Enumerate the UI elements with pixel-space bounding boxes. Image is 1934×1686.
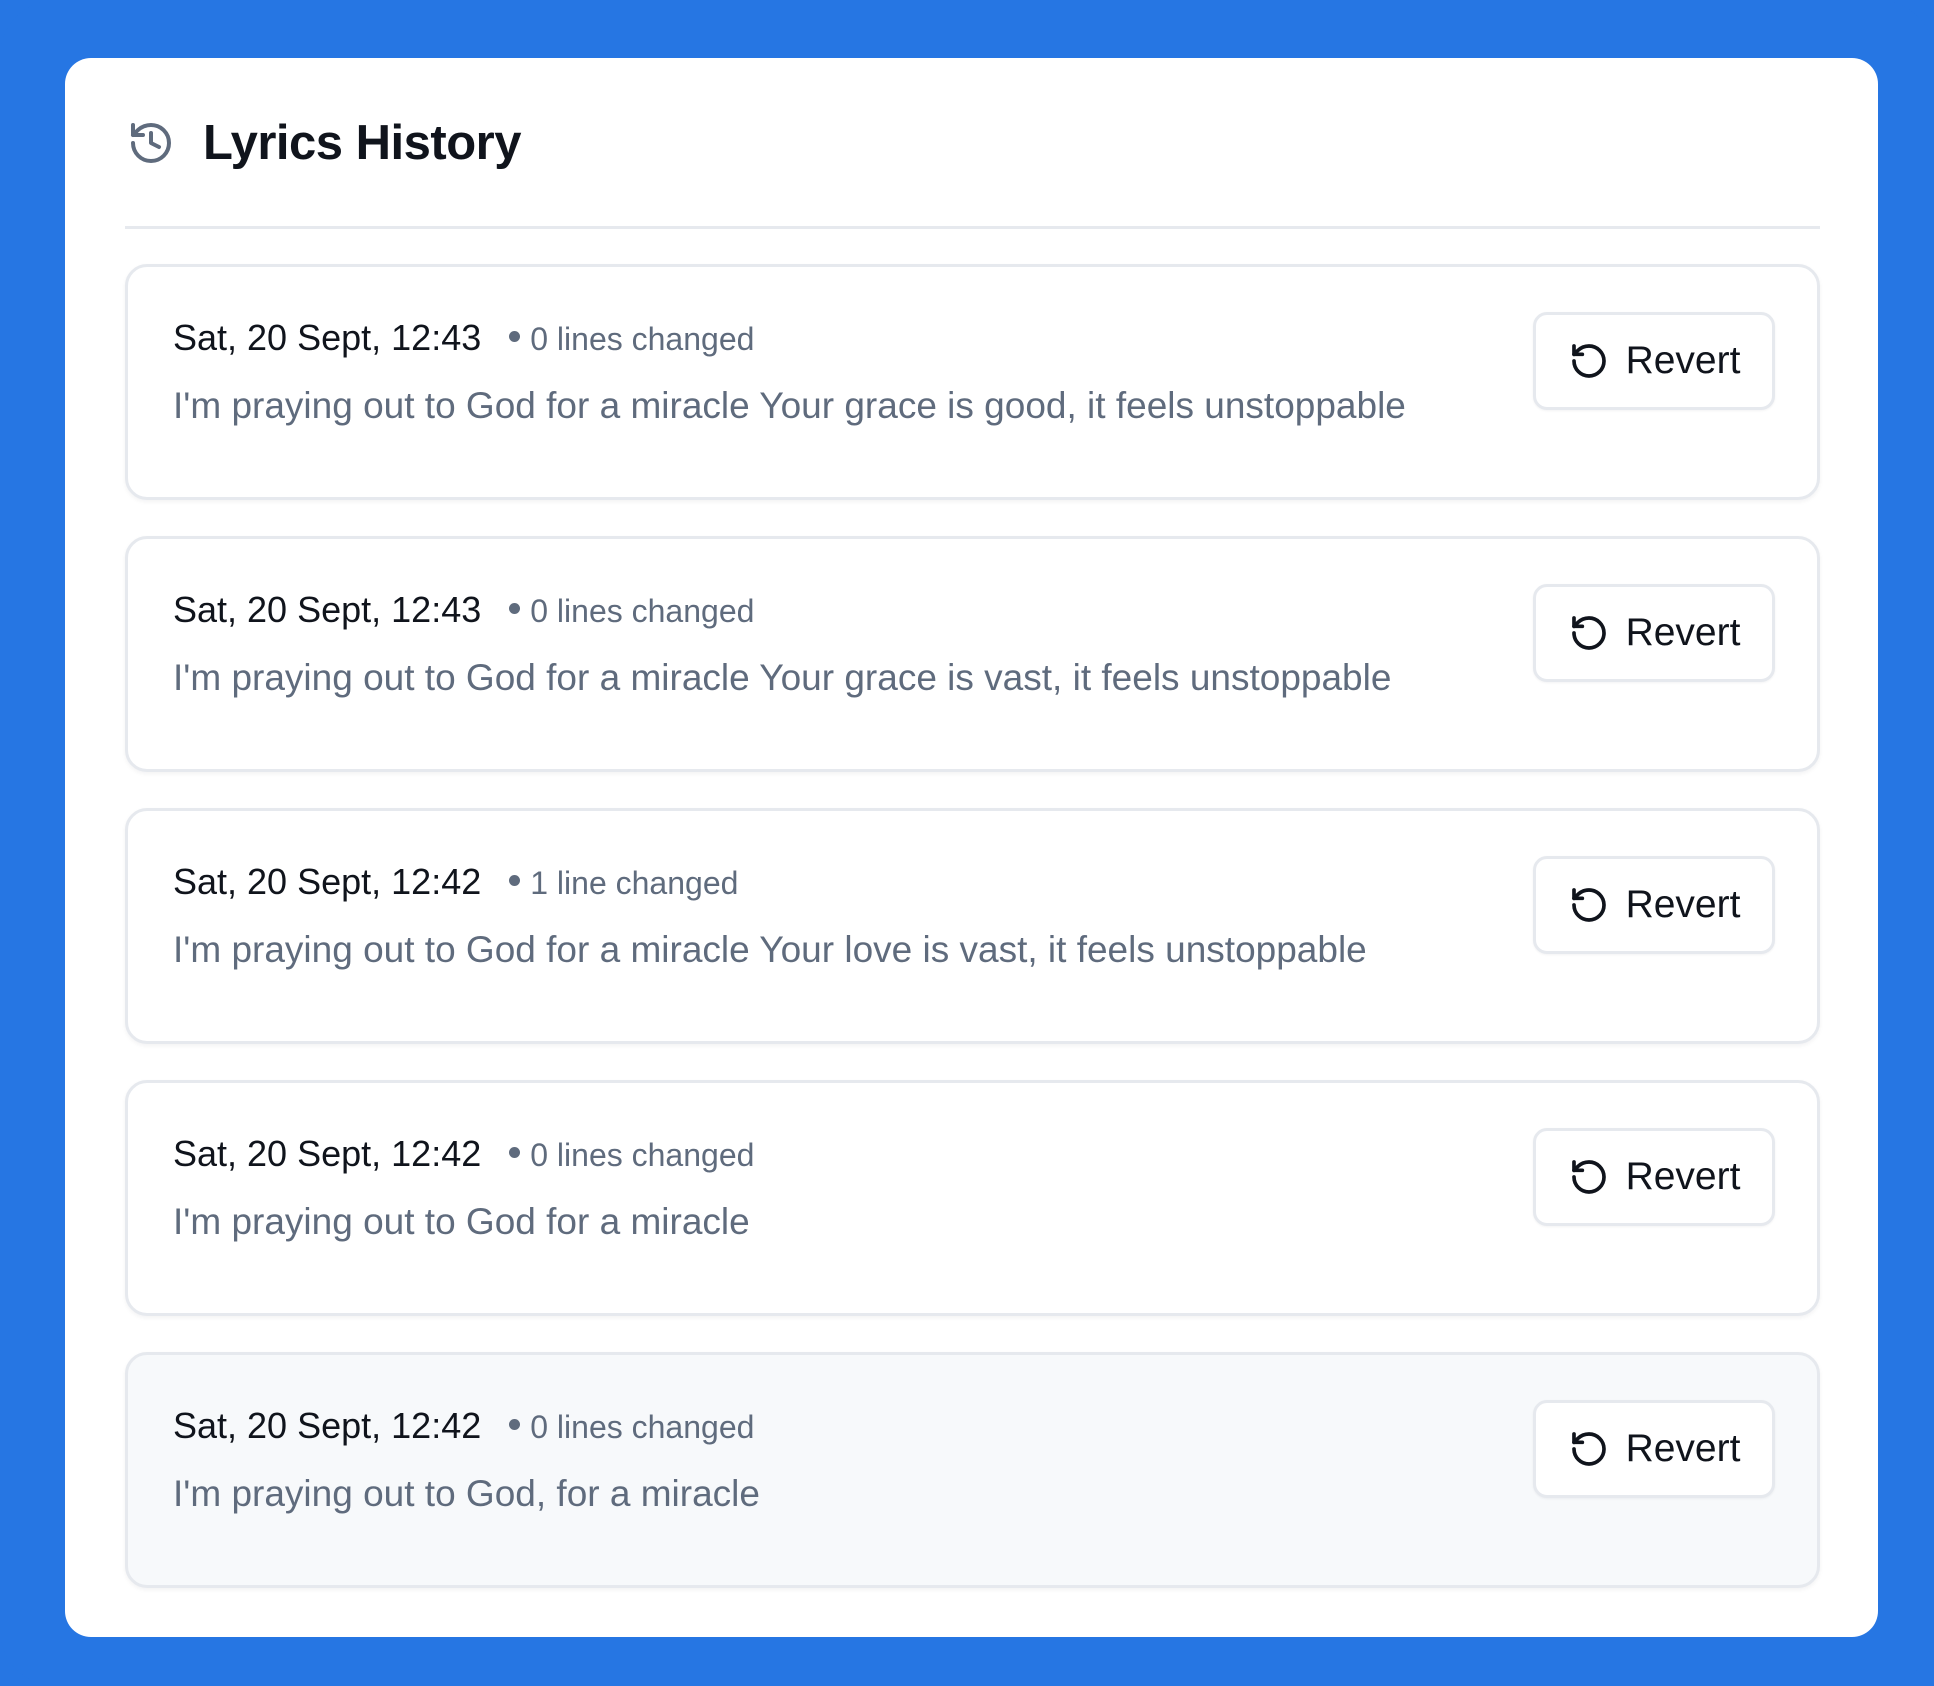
rotate-ccw-icon <box>1568 340 1610 382</box>
separator-dot <box>509 875 521 886</box>
entry-timestamp: Sat, 20 Sept, 12:43 <box>173 317 482 358</box>
entry-change-count: 0 lines changed <box>530 593 755 629</box>
revert-button-label: Revert <box>1625 883 1741 926</box>
page-title: Lyrics History <box>203 116 521 170</box>
app-frame: Lyrics History Sat, 20 Sept, 12:43 0 lin… <box>0 0 1934 1686</box>
history-entry: Sat, 20 Sept, 12:43 0 lines changed I'm … <box>125 536 1820 772</box>
separator-dot <box>509 331 521 342</box>
entry-timestamp: Sat, 20 Sept, 12:42 <box>173 1405 482 1446</box>
revert-button-label: Revert <box>1625 339 1741 382</box>
history-entry-hovered: Sat, 20 Sept, 12:42 0 lines changed I'm … <box>125 1352 1820 1588</box>
history-list: Sat, 20 Sept, 12:43 0 lines changed I'm … <box>125 264 1820 1588</box>
separator-dot <box>509 603 521 614</box>
revert-button-label: Revert <box>1625 611 1741 654</box>
entry-lyric-preview: I'm praying out to God for a miracle You… <box>173 657 1392 698</box>
separator-dot <box>509 1147 521 1158</box>
lyrics-history-panel: Lyrics History Sat, 20 Sept, 12:43 0 lin… <box>65 58 1878 1637</box>
separator-dot <box>509 1419 521 1430</box>
entry-meta: Sat, 20 Sept, 12:42 1 line changed <box>173 861 738 903</box>
panel-header: Lyrics History <box>125 58 1820 229</box>
entry-timestamp: Sat, 20 Sept, 12:42 <box>173 861 482 902</box>
rotate-ccw-icon <box>1568 612 1610 654</box>
revert-button[interactable]: Revert <box>1533 1128 1775 1226</box>
revert-button[interactable]: Revert <box>1533 584 1775 682</box>
entry-lyric-preview: I'm praying out to God for a miracle <box>173 1201 750 1242</box>
history-entry: Sat, 20 Sept, 12:43 0 lines changed I'm … <box>125 264 1820 500</box>
history-icon <box>125 117 177 169</box>
revert-button-label: Revert <box>1625 1155 1741 1198</box>
history-entry: Sat, 20 Sept, 12:42 0 lines changed I'm … <box>125 1080 1820 1316</box>
rotate-ccw-icon <box>1568 1428 1610 1470</box>
entry-meta: Sat, 20 Sept, 12:43 0 lines changed <box>173 317 754 359</box>
entry-lyric-preview: I'm praying out to God, for a miracle <box>173 1473 760 1514</box>
revert-button-label: Revert <box>1625 1427 1741 1470</box>
entry-lyric-preview: I'm praying out to God for a miracle You… <box>173 929 1367 970</box>
entry-change-count: 0 lines changed <box>530 1409 755 1445</box>
rotate-ccw-icon <box>1568 1156 1610 1198</box>
entry-lyric-preview: I'm praying out to God for a miracle You… <box>173 385 1406 426</box>
entry-timestamp: Sat, 20 Sept, 12:43 <box>173 589 482 630</box>
entry-meta: Sat, 20 Sept, 12:42 0 lines changed <box>173 1405 754 1447</box>
entry-change-count: 1 line changed <box>530 865 739 901</box>
entry-meta: Sat, 20 Sept, 12:42 0 lines changed <box>173 1133 754 1175</box>
history-entry: Sat, 20 Sept, 12:42 1 line changed I'm p… <box>125 808 1820 1044</box>
entry-timestamp: Sat, 20 Sept, 12:42 <box>173 1133 482 1174</box>
entry-meta: Sat, 20 Sept, 12:43 0 lines changed <box>173 589 754 631</box>
rotate-ccw-icon <box>1568 884 1610 926</box>
revert-button[interactable]: Revert <box>1533 856 1775 954</box>
entry-change-count: 0 lines changed <box>530 321 755 357</box>
revert-button[interactable]: Revert <box>1533 312 1775 410</box>
revert-button[interactable]: Revert <box>1533 1400 1775 1498</box>
entry-change-count: 0 lines changed <box>530 1137 755 1173</box>
